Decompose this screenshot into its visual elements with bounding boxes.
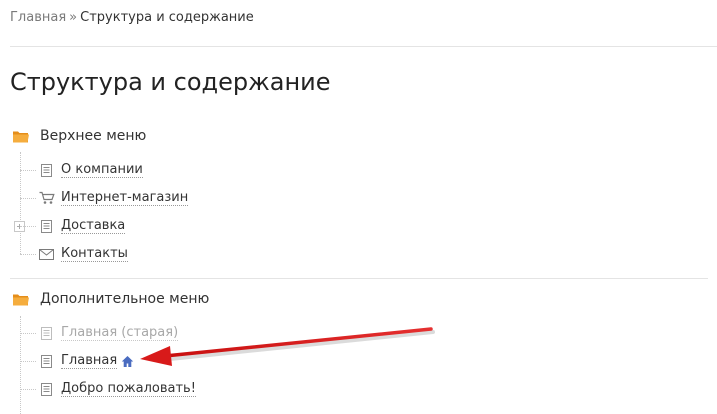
menu-item-link[interactable]: Доставка bbox=[61, 218, 126, 234]
menu-header-extra[interactable]: Дополнительное меню bbox=[12, 289, 209, 309]
menu-item-welcome[interactable]: Добро пожаловать! bbox=[20, 379, 196, 399]
menu-item-about[interactable]: О компании bbox=[20, 160, 143, 180]
page-icon bbox=[38, 218, 55, 234]
envelope-icon bbox=[38, 246, 55, 262]
page-icon bbox=[38, 381, 55, 397]
menu-item-shop[interactable]: Интернет-магазин bbox=[20, 188, 189, 208]
menu-item-link[interactable]: Контакты bbox=[61, 246, 128, 262]
menu-header-label: Верхнее меню bbox=[40, 128, 147, 144]
menu-header-label: Дополнительное меню bbox=[40, 291, 210, 307]
menu-item-link[interactable]: О компании bbox=[61, 162, 143, 178]
menu-header-top[interactable]: Верхнее меню bbox=[12, 126, 146, 146]
home-icon bbox=[121, 355, 134, 368]
folder-icon bbox=[13, 294, 29, 305]
menu-item-link[interactable]: Интернет-магазин bbox=[61, 190, 189, 206]
menu-item-link[interactable]: Главная (старая) bbox=[61, 325, 179, 341]
folder-icon bbox=[13, 131, 29, 142]
menu-item-delivery[interactable]: Доставка bbox=[20, 216, 126, 236]
breadcrumb-separator: » bbox=[69, 10, 78, 25]
page-icon bbox=[38, 325, 55, 341]
breadcrumb: Главная» Структура и содержание bbox=[10, 10, 254, 25]
menu-item-link[interactable]: Главная bbox=[61, 353, 118, 369]
menu-item-home-old[interactable]: Главная (старая) bbox=[20, 323, 179, 343]
divider bbox=[10, 46, 717, 47]
menu-item-home[interactable]: Главная bbox=[20, 351, 134, 371]
cart-icon bbox=[38, 190, 55, 206]
page-title: Структура и содержание bbox=[10, 68, 331, 96]
menu-item-contacts[interactable]: Контакты bbox=[20, 244, 128, 264]
divider bbox=[10, 278, 708, 279]
menu-item-link[interactable]: Добро пожаловать! bbox=[61, 381, 196, 397]
page-icon bbox=[38, 353, 55, 369]
breadcrumb-current: Структура и содержание bbox=[80, 10, 254, 25]
breadcrumb-home-link[interactable]: Главная bbox=[10, 10, 66, 25]
page-icon bbox=[38, 162, 55, 178]
